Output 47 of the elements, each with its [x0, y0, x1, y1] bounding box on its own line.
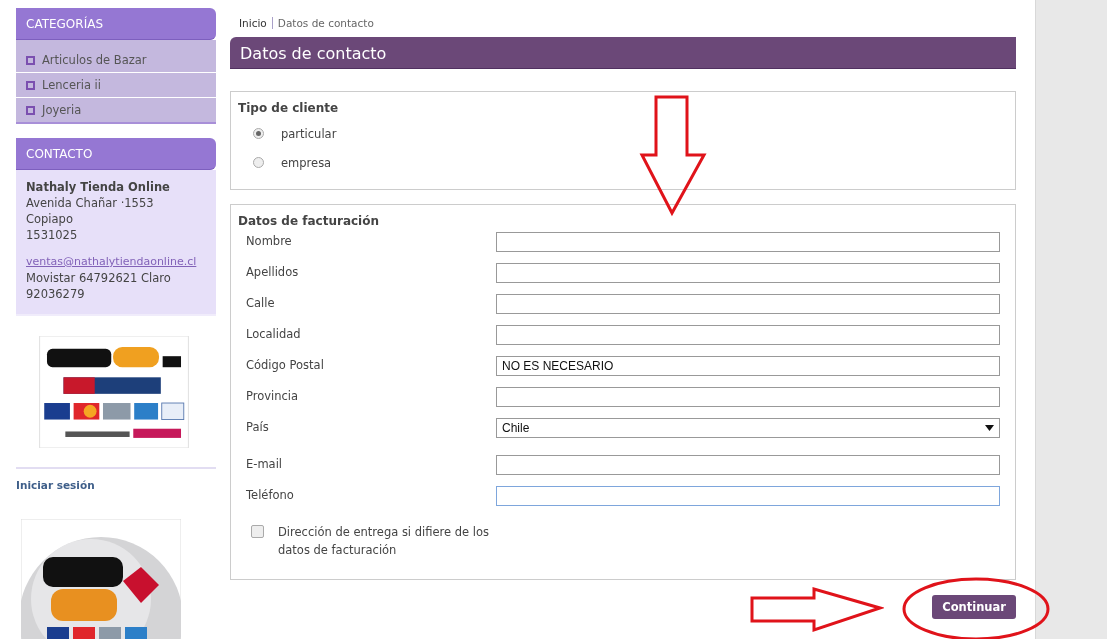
- input-field[interactable]: [496, 325, 1000, 345]
- caret-icon: [985, 425, 994, 431]
- breadcrumb-separator: [271, 17, 273, 29]
- field-label: Nombre: [246, 233, 293, 248]
- bullet-icon: [26, 55, 35, 65]
- breadcrumb-link[interactable]: Inicio: [239, 17, 267, 29]
- input-field[interactable]: [496, 455, 1000, 475]
- radio-button[interactable]: [253, 157, 264, 168]
- store-name: Nathaly Tienda Online: [26, 179, 171, 195]
- input-field[interactable]: [496, 294, 1000, 314]
- input-field[interactable]: NO ES NECESARIO: [496, 356, 1000, 376]
- email-link[interactable]: ventas@nathalytiendaonline.cl: [26, 254, 206, 270]
- contact-text: 92036279: [26, 286, 86, 302]
- checkbox-label: Dirección de entrega si difiere de los datos de facturación: [278, 524, 490, 559]
- section-header: CONTACTO: [16, 138, 216, 170]
- category-item[interactable]: Lenceria ii: [16, 72, 216, 97]
- input-field[interactable]: [496, 387, 1000, 407]
- bullet-icon: [26, 80, 35, 90]
- fieldset-legend: Tipo de cliente: [238, 101, 1008, 115]
- contact-text: Movistar 64792621 Claro: [26, 270, 172, 286]
- radio-button[interactable]: [253, 128, 264, 139]
- field-label: Provincia: [246, 388, 300, 403]
- input-field[interactable]: [496, 486, 1000, 506]
- field-label: Teléfono: [246, 487, 295, 502]
- contact-text: Avenida Chañar ·1553: [26, 195, 155, 211]
- country-select[interactable]: Chile: [496, 418, 1000, 438]
- section-header: CATEGORÍAS: [16, 8, 216, 40]
- checkbox[interactable]: [251, 525, 264, 538]
- contact-text: Copiapo: [26, 211, 74, 227]
- field-label: País: [246, 419, 270, 434]
- contact-text: 1531025: [26, 227, 79, 243]
- fieldset-legend: Datos de facturación: [238, 214, 1008, 228]
- field-label: Apellidos: [246, 264, 300, 279]
- category-item[interactable]: Articulos de Bazar: [16, 48, 216, 72]
- input-field[interactable]: [496, 232, 1000, 252]
- login-link[interactable]: Iniciar sesión: [16, 479, 95, 491]
- continue-button[interactable]: Continuar: [932, 595, 1016, 619]
- field-label: Localidad: [246, 326, 302, 341]
- field-label: E-mail: [246, 456, 284, 471]
- page-title: Datos de contacto: [230, 37, 1016, 69]
- bullet-icon: [26, 105, 35, 115]
- radio-label: empresa: [281, 155, 332, 170]
- field-label: Calle: [246, 295, 276, 310]
- input-field[interactable]: [496, 263, 1000, 283]
- radio-label: particular: [281, 126, 337, 141]
- category-item[interactable]: Joyeria: [16, 97, 216, 122]
- field-label: Código Postal: [246, 357, 325, 372]
